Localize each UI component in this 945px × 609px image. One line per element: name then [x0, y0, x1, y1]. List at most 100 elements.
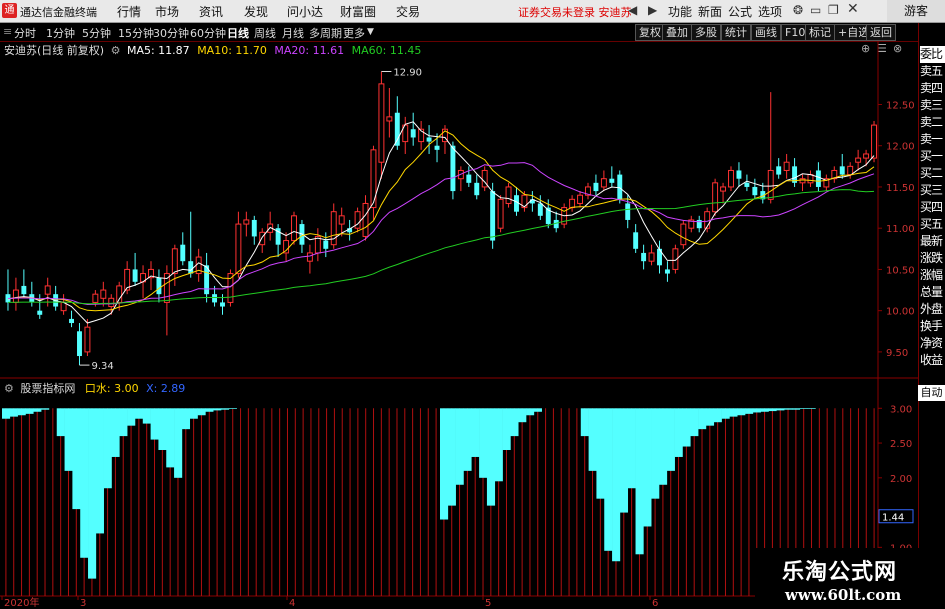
candle-body-98	[783, 161, 790, 171]
candle-body-71	[569, 198, 576, 209]
indicator-bar-0	[2, 408, 11, 419]
candle-body-19	[156, 277, 162, 295]
candle-body-23	[188, 261, 194, 274]
indicator-bar-78	[612, 408, 621, 562]
indicator-bar-60	[471, 408, 480, 457]
candle-body-40	[323, 240, 329, 249]
candle-body-61	[490, 191, 496, 241]
indicator-bar-2	[17, 408, 26, 416]
indicator-bar-83	[651, 408, 660, 499]
side-item-9[interactable]: 买四	[920, 199, 945, 216]
indicator-bar-77	[604, 408, 613, 551]
side-item-15[interactable]: 外盘	[920, 301, 945, 318]
side-item-6[interactable]: 买一	[920, 148, 945, 165]
candle-body-85	[680, 223, 687, 246]
candle-body-100	[799, 178, 806, 184]
candle-body-67	[537, 203, 543, 216]
indicator-bar-28	[221, 408, 230, 410]
side-item-0[interactable]: 委比	[920, 46, 945, 63]
candle-body-2	[21, 285, 27, 295]
indicator-bar-10	[80, 408, 89, 558]
candle-body-38	[306, 252, 313, 262]
side-item-4[interactable]: 卖二	[920, 114, 945, 131]
candle-body-89	[712, 182, 719, 213]
side-item-2[interactable]: 卖四	[920, 80, 945, 97]
indicator-bar-23	[181, 408, 191, 430]
candle-body-47	[378, 83, 385, 163]
indicator-bar-85	[666, 408, 675, 471]
current-value-label: 1.44	[882, 513, 904, 524]
indicator-bar-92	[721, 408, 730, 419]
chart-canvas[interactable]: 12.90 9.34 9.50 10.00 10.50 11.00 11.50 12.00 1…	[0, 0, 918, 609]
indicator-bar-79	[619, 408, 629, 513]
candle-body-62	[497, 198, 504, 229]
candle-body-36	[291, 215, 297, 242]
candle-body-72	[577, 194, 584, 204]
time-tick-label-2: 4	[289, 598, 295, 609]
indicator-bar-103	[807, 408, 816, 409]
indicator-bar-22	[174, 408, 183, 478]
indicator-bar-26	[205, 408, 214, 412]
watermark-cn: 乐淘公式网	[782, 560, 898, 585]
side-item-12[interactable]: 涨跌	[920, 250, 945, 267]
time-tick-label-1: 3	[80, 598, 86, 609]
indicator-bar-66	[518, 408, 527, 423]
high-label: 12.90	[393, 67, 422, 78]
candle-body-22	[180, 244, 186, 262]
candle-body-96	[767, 169, 774, 200]
side-item-10[interactable]: 买五	[920, 216, 945, 233]
price-tick-label-6: 12.50	[886, 100, 915, 111]
indicator-bar-7	[56, 408, 65, 437]
price-tick-label-4: 11.50	[886, 183, 915, 194]
indicator-bar-80	[627, 408, 636, 489]
price-tick-label-5: 12.00	[886, 142, 915, 153]
indicator-bar-95	[745, 408, 754, 414]
candle-body-90	[720, 186, 727, 192]
indicator-bar-14	[111, 408, 120, 457]
side-item-14[interactable]: 总量	[920, 284, 945, 301]
side-item-16[interactable]: 换手	[920, 318, 945, 335]
candle-body-94	[752, 186, 758, 196]
side-item-3[interactable]: 卖三	[920, 97, 945, 114]
watermark-en: www.60lt.com	[785, 586, 902, 604]
indicator-bar-4	[33, 408, 42, 412]
time-tick-label-3: 5	[485, 598, 491, 609]
candle-body-76	[609, 178, 615, 183]
candle-body-13	[108, 297, 115, 308]
side-item-5[interactable]: 卖一	[920, 131, 945, 148]
candle-body-74	[593, 182, 599, 192]
indicator-bar-101	[791, 408, 801, 410]
ma20-line	[7, 162, 875, 306]
candle-body-41	[330, 211, 337, 246]
auto-button[interactable]: 自动	[918, 385, 945, 401]
price-tick-label-0: 9.50	[886, 348, 908, 359]
indicator-bar-21	[166, 408, 175, 468]
side-item-17[interactable]: 净资	[920, 335, 945, 352]
indicator-bar-76	[596, 408, 605, 499]
indicator-bar-91	[713, 408, 722, 423]
indicator-bar-8	[64, 408, 73, 471]
side-item-18[interactable]: 收益	[920, 352, 945, 369]
indicator-bar-82	[643, 408, 652, 527]
indicator-bar-86	[674, 408, 683, 457]
side-item-8[interactable]: 买三	[920, 182, 945, 199]
indicator-bar-98	[768, 408, 777, 412]
indicator-bar-96	[752, 408, 761, 413]
candle-body-30	[243, 219, 250, 225]
candle-body-77	[617, 174, 623, 200]
indicator-bar-1	[9, 408, 18, 417]
low-label: 9.34	[91, 361, 113, 372]
candle-body-48	[386, 116, 393, 122]
side-item-13[interactable]: 涨幅	[920, 267, 945, 284]
price-tick-label-1: 10.00	[886, 307, 915, 318]
side-item-7[interactable]: 买二	[920, 165, 945, 182]
indicator-bar-27	[213, 408, 222, 411]
candle-body-109	[871, 124, 877, 159]
side-item-1[interactable]: 卖五	[920, 63, 945, 80]
side-item-11[interactable]: 最新	[920, 233, 945, 250]
candle-body-4	[37, 310, 43, 315]
indicator-bar-64	[502, 408, 511, 451]
candle-body-21	[171, 248, 178, 275]
indicator-bar-25	[197, 408, 206, 416]
indicator-bar-75	[588, 408, 597, 471]
